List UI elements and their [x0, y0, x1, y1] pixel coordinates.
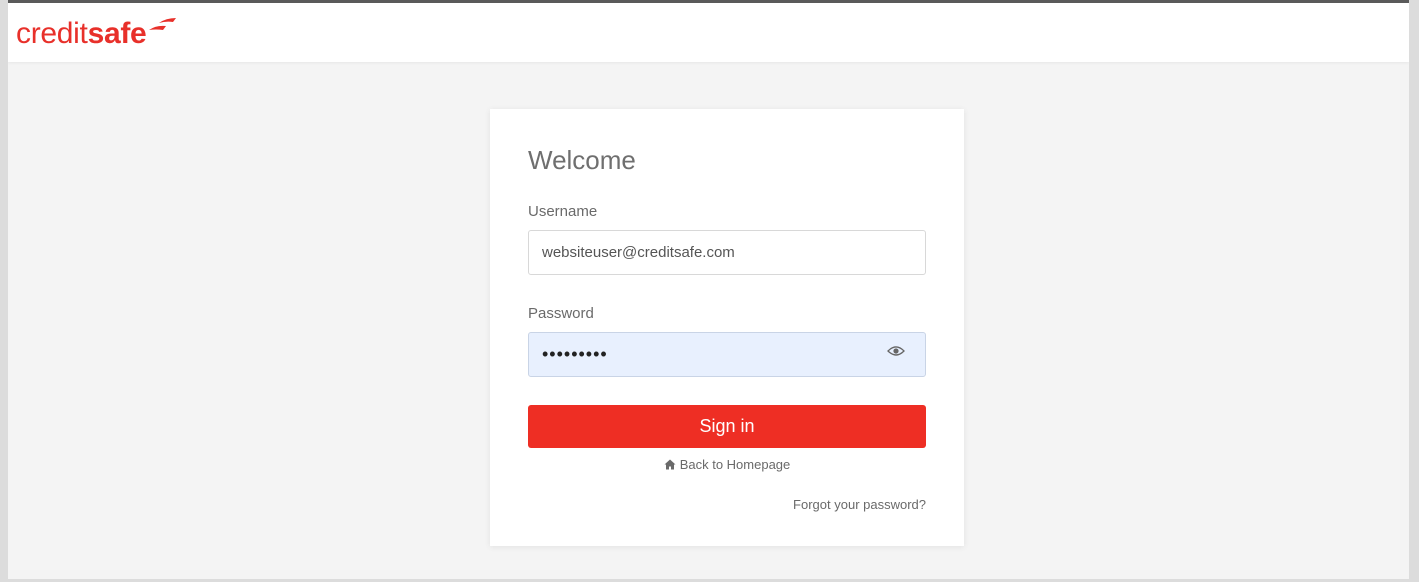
login-card: Welcome Username Password Sign in Back t…	[490, 109, 964, 546]
back-to-homepage-label: Back to Homepage	[679, 457, 791, 472]
username-field[interactable]	[528, 230, 926, 275]
top-navbar: credit safe	[8, 3, 1409, 62]
forgot-password-link[interactable]: Forgot your password?	[793, 497, 926, 512]
logo-text-light: credit	[16, 17, 88, 50]
window-left-border	[0, 0, 8, 582]
logo-text-bold: safe	[87, 17, 147, 50]
password-label: Password	[528, 305, 594, 322]
password-field[interactable]	[528, 332, 926, 377]
window-right-border	[1409, 0, 1419, 582]
username-label: Username	[528, 203, 598, 220]
logo-swoosh-icon	[149, 18, 177, 30]
window-frame: creditsafe Welcome Username Password Sig…	[0, 0, 1419, 582]
sign-in-button[interactable]: Sign in	[528, 405, 926, 448]
page-viewport: creditsafe Welcome Username Password Sig…	[8, 3, 1409, 579]
creditsafe-logo[interactable]: credit safe	[16, 17, 177, 51]
page-title: Welcome	[528, 145, 636, 175]
home-icon	[664, 459, 676, 470]
eye-icon[interactable]	[887, 345, 905, 357]
back-to-homepage-link[interactable]: Back to Homepage	[490, 457, 964, 472]
